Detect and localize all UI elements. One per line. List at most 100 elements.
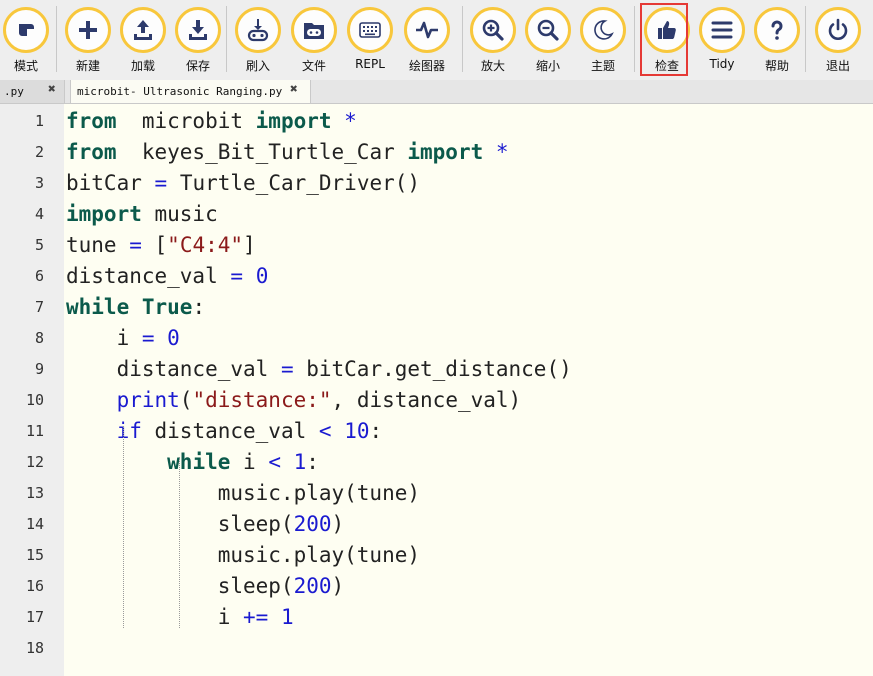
code-token: 10 [344, 419, 370, 443]
mode-icon [3, 7, 49, 53]
indent-guide [123, 426, 124, 628]
code-line[interactable]: print("distance:", distance_val) [66, 385, 522, 416]
lines-icon [699, 7, 745, 53]
code-line[interactable]: sleep(200) [66, 509, 344, 540]
toolbar-button-moon[interactable]: 主题 [577, 0, 629, 80]
toolbar-button-folder[interactable]: 文件 [288, 0, 340, 80]
code-token: music.play(tune) [66, 481, 421, 505]
keyboard-icon [347, 7, 393, 53]
code-token: music [141, 202, 218, 226]
code-token: * [483, 140, 509, 164]
code-line[interactable]: while True: [66, 292, 205, 323]
toolbar-button-zoom-in[interactable]: 放大 [467, 0, 519, 80]
code-token: distance_val [141, 419, 319, 443]
toolbar-button-upload[interactable]: 加载 [117, 0, 169, 80]
line-number: 9 [34, 360, 44, 378]
code-token: "C4:4" [167, 233, 244, 257]
code-token: print [116, 388, 180, 412]
line-number: 16 [25, 577, 44, 595]
toolbar: 模式 新建 加载 保存 刷入 文件 REPL 绘图器 放大 缩小 主题 检查 Tidy 帮助 退出 [0, 0, 873, 80]
code-line[interactable]: from microbit import * [66, 106, 357, 137]
line-number: 14 [25, 515, 44, 533]
toolbar-button-mode[interactable]: 模式 [0, 0, 52, 80]
upload-icon [120, 7, 166, 53]
line-number: 5 [34, 236, 44, 254]
code-line[interactable]: if distance_val < 10: [66, 416, 383, 447]
zoom-out-icon [525, 7, 571, 53]
line-number: 13 [25, 484, 44, 502]
toolbar-button-keyboard[interactable]: REPL [344, 0, 396, 80]
code-line[interactable]: music.play(tune) [66, 478, 420, 509]
code-line[interactable]: i = 0 [66, 323, 180, 354]
code-token: True [141, 295, 193, 319]
code-token: = [230, 264, 244, 288]
code-token: bitCar [66, 171, 155, 195]
toolbar-button-label: 退出 [825, 59, 850, 73]
line-number: 10 [25, 391, 44, 409]
code-editor[interactable]: 1 2 3 4 5 6 7 8 9 10 11 12 13 14 15 16 17 18 from microbi… [0, 104, 873, 676]
code-token: : [369, 419, 383, 443]
tab-label: .py [4, 85, 24, 98]
toolbar-button-power[interactable]: 退出 [812, 0, 864, 80]
toolbar-button-lines[interactable]: Tidy [696, 0, 748, 80]
toolbar-button-label: 绘图器 [408, 59, 445, 73]
code-token: = [154, 171, 168, 195]
code-token: i [66, 605, 244, 629]
code-token: while [167, 450, 231, 474]
toolbar-button-flash[interactable]: 刷入 [232, 0, 284, 80]
code-line[interactable]: distance_val = bitCar.get_distance() [66, 354, 572, 385]
close-icon[interactable]: ✖ [290, 82, 298, 97]
toolbar-button-download[interactable]: 保存 [172, 0, 224, 80]
code-token: = [280, 357, 294, 381]
toolbar-button-label: 保存 [185, 59, 210, 73]
power-icon [815, 7, 861, 53]
code-token: ) [331, 574, 345, 598]
folder-icon [291, 7, 337, 53]
code-token: Turtle_Car_Driver() [167, 171, 421, 195]
tab-ultrasonic-ranging[interactable]: microbit- Ultrasonic Ranging.py ✖ [70, 80, 311, 103]
toolbar-button-zoom-out[interactable]: 缩小 [522, 0, 574, 80]
code-token: ] [243, 233, 256, 257]
code-token: 200 [293, 512, 332, 536]
line-number: 7 [34, 298, 44, 316]
code-token: * [331, 109, 357, 133]
line-number: 6 [34, 267, 44, 285]
code-token: 0 [167, 326, 180, 350]
code-line[interactable]: bitCar = Turtle_Car_Driver() [66, 168, 420, 199]
code-token: 1 [280, 605, 294, 629]
code-line[interactable]: from keyes_Bit_Turtle_Car import * [66, 137, 509, 168]
code-token: while [66, 295, 130, 319]
toolbar-button-label: 帮助 [764, 59, 789, 73]
code-token: "distance:" [192, 388, 332, 412]
code-line[interactable]: music.play(tune) [66, 540, 420, 571]
line-number: 12 [25, 453, 44, 471]
code-token: keyes_Bit_Turtle_Car [116, 140, 408, 164]
code-token: 1 [293, 450, 307, 474]
code-token: from [66, 140, 117, 164]
indent-guide [179, 457, 180, 628]
toolbar-button-question[interactable]: 帮助 [751, 0, 803, 80]
plus-icon [65, 7, 111, 53]
toolbar-button-waveform[interactable]: 绘图器 [401, 0, 453, 80]
close-icon[interactable]: ✖ [48, 82, 56, 97]
tab-previous-file[interactable]: .py ✖ [0, 80, 65, 103]
code-token: bitCar.get_distance() [293, 357, 572, 381]
line-number: 2 [34, 143, 44, 161]
code-line[interactable]: import music [66, 199, 218, 230]
code-line[interactable]: distance_val = 0 [66, 261, 268, 292]
code-line[interactable]: tune = ["C4:4"] [66, 230, 256, 261]
code-token: microbit [116, 109, 256, 133]
code-line[interactable]: sleep(200) [66, 571, 344, 602]
line-number: 15 [25, 546, 44, 564]
line-number: 18 [25, 639, 44, 657]
code-line[interactable]: while i < 1: [66, 447, 319, 478]
code-token: import [255, 109, 332, 133]
toolbar-button-plus[interactable]: 新建 [62, 0, 114, 80]
code-token: [ [141, 233, 168, 257]
